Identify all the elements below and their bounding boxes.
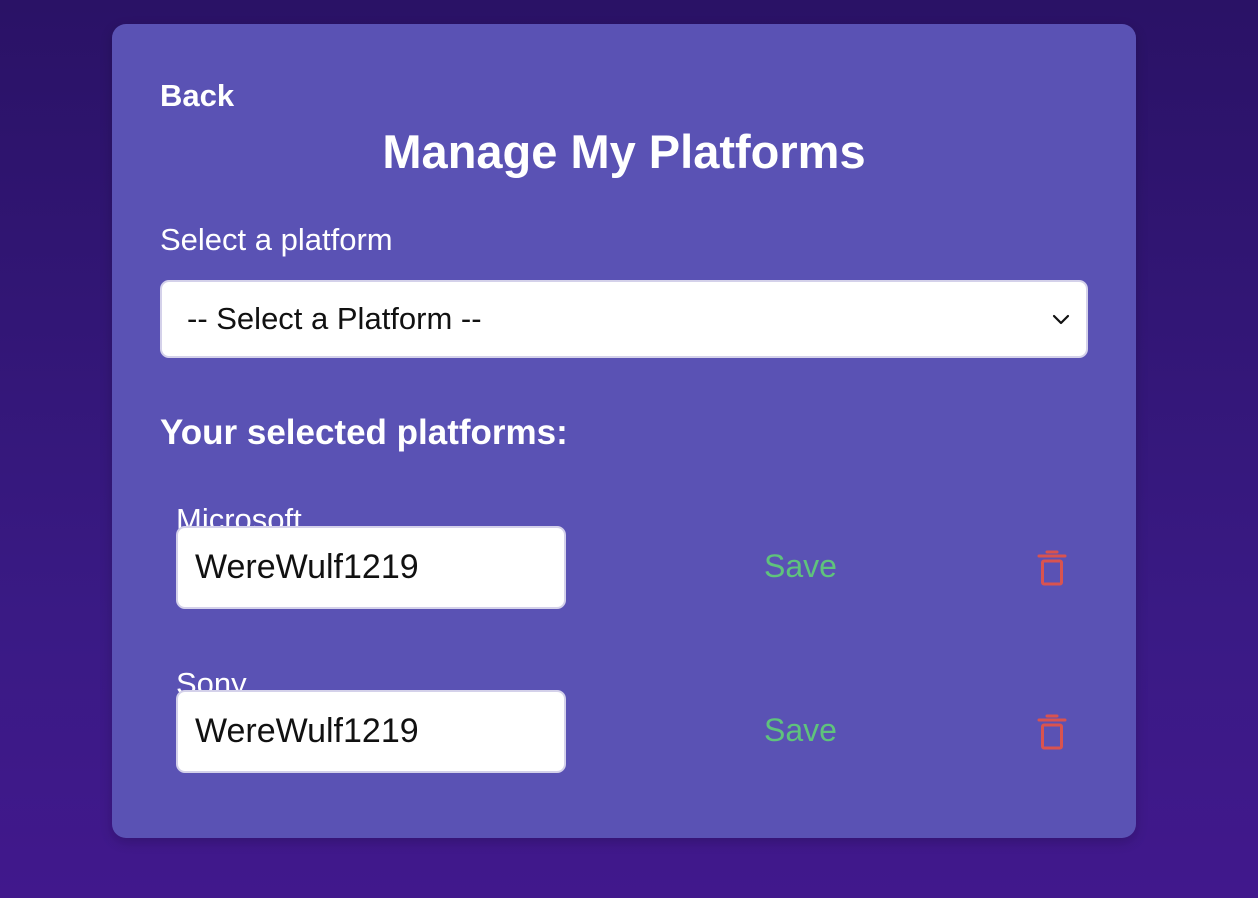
chevron-down-icon bbox=[1052, 314, 1070, 325]
username-input[interactable] bbox=[176, 690, 566, 773]
platform-row-microsoft: Microsoft Save bbox=[176, 502, 1076, 632]
select-platform-label: Select a platform bbox=[160, 222, 393, 257]
trash-icon[interactable] bbox=[1036, 550, 1068, 586]
page-title: Manage My Platforms bbox=[382, 125, 866, 178]
platform-row-sony: Sony Save bbox=[176, 666, 1076, 796]
selected-platforms-heading: Your selected platforms: bbox=[160, 413, 568, 452]
platform-select-value: -- Select a Platform -- bbox=[187, 301, 482, 336]
save-button[interactable]: Save bbox=[764, 548, 837, 585]
trash-icon[interactable] bbox=[1036, 714, 1068, 750]
manage-platforms-card: Back Manage My Platforms Select a platfo… bbox=[112, 24, 1136, 838]
platform-select[interactable]: -- Select a Platform -- bbox=[160, 280, 1088, 358]
username-input[interactable] bbox=[176, 526, 566, 609]
back-link[interactable]: Back bbox=[160, 78, 234, 114]
save-button[interactable]: Save bbox=[764, 712, 837, 749]
